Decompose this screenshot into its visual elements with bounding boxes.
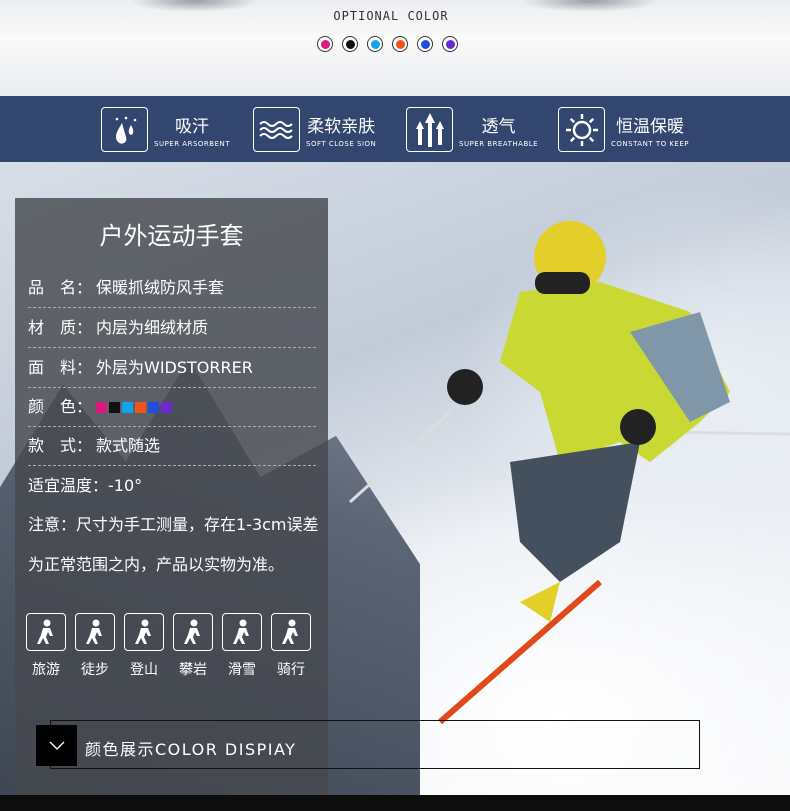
chevron-down-icon bbox=[49, 741, 64, 750]
color-swatch bbox=[135, 402, 146, 413]
activity-label: 徒步 bbox=[81, 662, 109, 678]
color-swatch bbox=[148, 402, 159, 413]
color-option-3[interactable] bbox=[392, 36, 408, 52]
cycling-icon bbox=[271, 613, 311, 651]
feature-warm: 恒温保暖 CONSTANT TO KEEP bbox=[558, 107, 689, 152]
product-info-panel: 户外运动手套 品 名： 保暖抓绒防风手套 材 质： 内层为细绒材质 面 料： 外层为W… bbox=[15, 198, 328, 795]
feature-cn: 吸汗 bbox=[175, 116, 209, 137]
color-display-toggle[interactable] bbox=[36, 725, 77, 766]
color-option-4[interactable] bbox=[417, 36, 433, 52]
color-swatches bbox=[96, 397, 174, 416]
activity-item: 攀岩 bbox=[173, 613, 213, 679]
info-temperature: 适宜温度：-10° bbox=[28, 476, 143, 495]
color-option-5[interactable] bbox=[442, 36, 458, 52]
activity-item: 徒步 bbox=[75, 613, 115, 679]
row-value: 内层为细绒材质 bbox=[96, 318, 209, 337]
optional-color-title: OPTIONAL COLOR bbox=[333, 9, 449, 23]
row-key: 颜 色： bbox=[28, 397, 93, 416]
row-value: 外层为WIDSTORRER bbox=[96, 358, 253, 377]
row-value: 保暖抓绒防风手套 bbox=[96, 278, 225, 297]
skiing-icon bbox=[222, 613, 262, 651]
row-key: 材 质： bbox=[28, 318, 93, 337]
feature-soft: 柔软亲肤 SOFT CLOSE SION bbox=[253, 107, 376, 152]
activity-item: 骑行 bbox=[271, 613, 311, 679]
activity-label: 登山 bbox=[130, 662, 158, 678]
color-option-2[interactable] bbox=[367, 36, 383, 52]
activity-label: 旅游 bbox=[32, 662, 60, 678]
color-swatch bbox=[96, 402, 107, 413]
color-options bbox=[317, 36, 458, 52]
color-option-1[interactable] bbox=[342, 36, 358, 52]
row-value: 款式随选 bbox=[96, 436, 161, 455]
info-note: 注意：尺寸为手工测量，存在1-3cm误差 bbox=[28, 515, 319, 534]
activity-list: 旅游 徒步 登山 攀岩 滑雪 骑行 bbox=[26, 613, 311, 679]
activity-item: 旅游 bbox=[26, 613, 66, 679]
feature-cn: 恒温保暖 bbox=[616, 116, 684, 137]
waves-icon bbox=[253, 107, 300, 152]
activity-label: 攀岩 bbox=[179, 662, 207, 678]
travel-icon bbox=[26, 613, 66, 651]
row-key: 款 式： bbox=[28, 436, 93, 455]
product-title: 户外运动手套 bbox=[99, 222, 244, 250]
feature-en: SUPER BREATHABLE bbox=[459, 139, 539, 148]
info-row-color: 颜 色： bbox=[28, 387, 316, 427]
feature-en: SUPER ARSORBENT bbox=[154, 139, 231, 148]
color-swatch bbox=[122, 402, 133, 413]
info-row-name: 品 名： 保暖抓绒防风手套 bbox=[28, 268, 316, 308]
color-swatch bbox=[161, 402, 172, 413]
info-row-style: 款 式： 款式随选 bbox=[28, 426, 316, 466]
color-option-0[interactable] bbox=[317, 36, 333, 52]
activity-label: 骑行 bbox=[277, 662, 305, 678]
feature-cn: 透气 bbox=[481, 116, 516, 137]
sun-icon bbox=[558, 107, 605, 152]
hiking-icon bbox=[75, 613, 115, 651]
row-key: 面 料： bbox=[28, 358, 93, 377]
climbing-icon bbox=[173, 613, 213, 651]
info-row-fabric: 面 料： 外层为WIDSTORRER bbox=[28, 348, 316, 388]
bottom-strip bbox=[0, 795, 790, 811]
info-row-material: 材 质： 内层为细绒材质 bbox=[28, 308, 316, 348]
feature-cn: 柔软亲肤 bbox=[307, 116, 376, 137]
mountaineering-icon bbox=[124, 613, 164, 651]
feature-absorbent: 吸汗 SUPER ARSORBENT bbox=[101, 107, 230, 152]
feature-en: SOFT CLOSE SION bbox=[306, 139, 377, 148]
row-key: 品 名： bbox=[28, 278, 93, 297]
water-drops-icon bbox=[101, 107, 148, 152]
info-note-cont: 为正常范围之内，产品以实物为准。 bbox=[28, 555, 285, 574]
feature-breathable: 透气 SUPER BREATHABLE bbox=[406, 107, 538, 152]
activity-item: 登山 bbox=[124, 613, 164, 679]
color-swatch bbox=[109, 402, 120, 413]
activity-label: 滑雪 bbox=[228, 662, 256, 678]
activity-item: 滑雪 bbox=[222, 613, 262, 679]
feature-band: 吸汗 SUPER ARSORBENT 柔软亲肤 SOFT CLOSE SION 透气… bbox=[0, 96, 790, 162]
color-display-label: 颜色展示COLOR DISPIAY bbox=[85, 740, 297, 759]
top-section: OPTIONAL COLOR bbox=[0, 0, 790, 96]
feature-en: CONSTANT TO KEEP bbox=[611, 139, 690, 148]
arrows-up-icon bbox=[406, 107, 453, 152]
